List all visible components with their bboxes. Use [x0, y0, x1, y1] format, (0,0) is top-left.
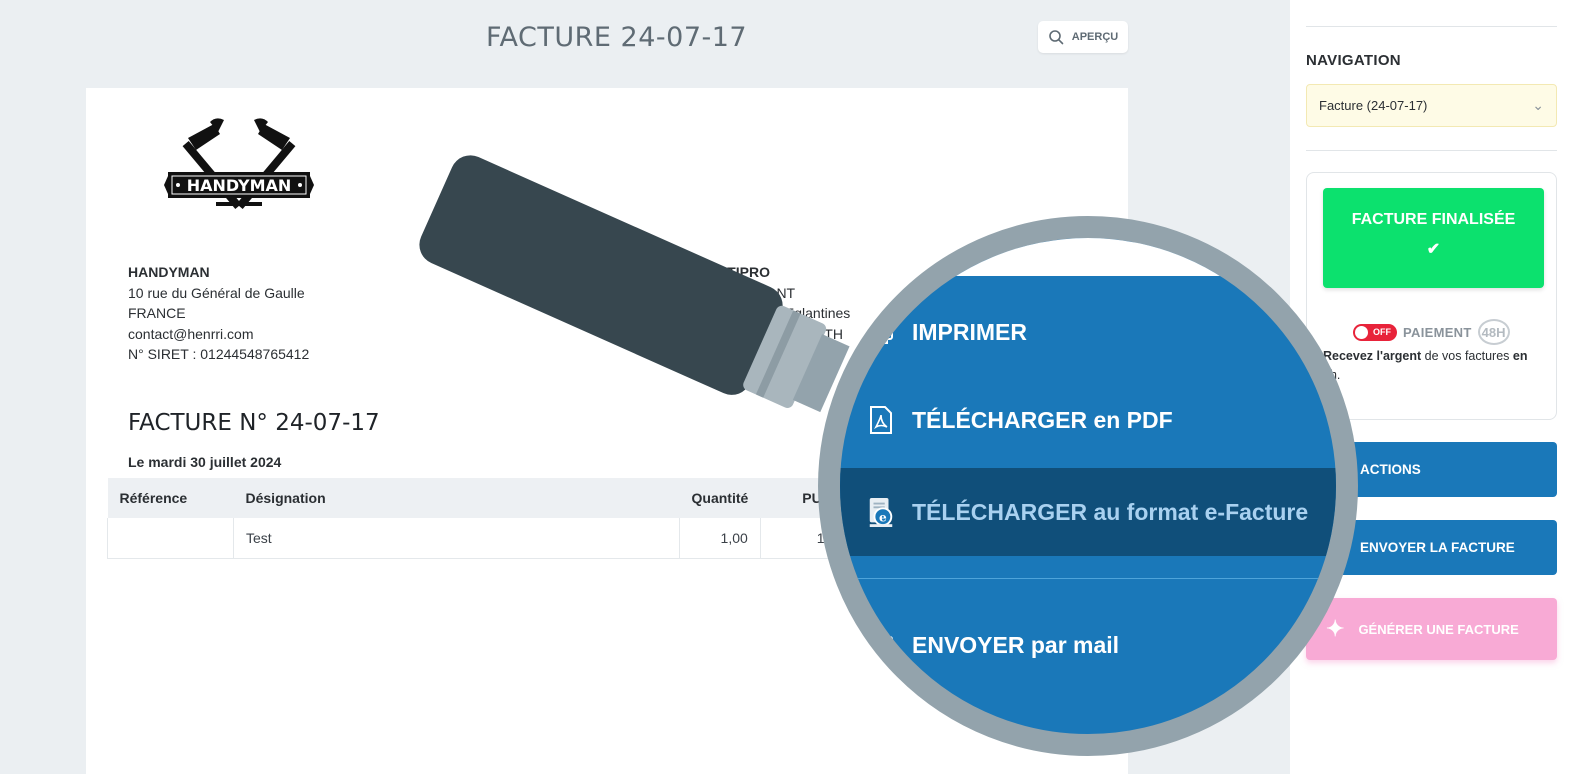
menu-item-download-efacture[interactable]: e TÉLÉCHARGER au format e-Facture: [840, 468, 1336, 556]
payment-desc-bold1: Recevez l'argent: [1323, 349, 1422, 363]
menu-item-download-efacture-label: TÉLÉCHARGER au format e-Facture: [912, 498, 1309, 525]
menu-item-download-pdf[interactable]: TÉLÉCHARGER en PDF: [840, 376, 1336, 464]
navigation-select-value: Facture (24-07-17): [1319, 98, 1428, 113]
magnifier-lens: IMPRIMER TÉLÉCHARGER en PDF e TÉLÉCHARGE…: [818, 216, 1358, 756]
client-city: ATH: [816, 325, 843, 342]
navigation-label: NAVIGATION: [1306, 52, 1401, 69]
page-header: FACTURE 24-07-17 APERÇU: [0, 0, 1290, 80]
stopwatch-icon: 48H: [1477, 319, 1510, 345]
cell-designation: Test: [233, 518, 680, 559]
efacture-icon: e: [866, 497, 896, 527]
menu-item-download-pdf-label: TÉLÉCHARGER en PDF: [912, 406, 1173, 433]
company-info: HANDYMAN 10 rue du Général de Gaulle FRA…: [128, 262, 309, 365]
generate-invoice-button[interactable]: ✦ GÉNÉRER UNE FACTURE: [1306, 598, 1557, 660]
menu-item-send-mail-label: ENVOYER par mail: [912, 631, 1120, 658]
menu-divider: [840, 578, 1336, 579]
menu-item-print[interactable]: IMPRIMER: [840, 288, 1336, 376]
send-invoice-label: ENVOYER LA FACTURE: [1360, 540, 1515, 555]
toggle-label: OFF: [1373, 326, 1391, 337]
invoice-finalized-button[interactable]: FACTURE FINALISÉE ✔: [1323, 188, 1544, 288]
mail-icon: [866, 630, 896, 660]
menu-item-print-label: IMPRIMER: [912, 318, 1027, 345]
menu-item-send-mail[interactable]: ENVOYER par mail: [840, 601, 1336, 689]
chevron-down-icon: ⌄: [1532, 97, 1544, 113]
payment-desc-bold2: en: [1512, 349, 1528, 363]
svg-text:e: e: [879, 510, 887, 524]
company-country: FRANCE: [128, 305, 186, 321]
cell-quantity: 1,00: [679, 518, 761, 559]
column-header-designation: Désignation: [233, 478, 680, 518]
company-siret: N° SIRET : 01244548765412: [128, 346, 310, 362]
invoice-finalized-label: FACTURE FINALISÉE: [1351, 211, 1516, 228]
payment-desc-mid: de vos factures: [1421, 349, 1513, 363]
divider: [1306, 26, 1557, 27]
column-header-reference: Référence: [107, 478, 234, 518]
payment-label: PAIEMENT: [1403, 324, 1472, 340]
zoomed-actions-menu: IMPRIMER TÉLÉCHARGER en PDF e TÉLÉCHARGE…: [840, 238, 1336, 734]
logo-text: HANDYMAN: [187, 176, 292, 195]
client-info: BATIPRO DUPONT s Eglantines ATH: [708, 262, 850, 344]
preview-label: APERÇU: [1071, 31, 1119, 43]
pdf-icon: [866, 405, 896, 435]
company-logo: HANDYMAN: [164, 116, 314, 221]
actions-label: ACTIONS: [1360, 462, 1421, 477]
payment-description: Recevez l'argent de vos factures en8h.: [1323, 347, 1547, 385]
payment-row: OFF PAIEMENT 48H: [1353, 319, 1510, 345]
invoice-date: Le mardi 30 juillet 2024: [128, 454, 282, 470]
check-icon: ✔: [1426, 241, 1441, 258]
client-street: s Eglantines: [774, 305, 851, 321]
payment-toggle[interactable]: OFF: [1353, 323, 1397, 341]
preview-button[interactable]: APERÇU: [1038, 21, 1128, 53]
status-card: FACTURE FINALISÉE ✔ OFF PAIEMENT 48H Rec…: [1306, 172, 1557, 420]
generate-invoice-label: GÉNÉRER UNE FACTURE: [1358, 621, 1519, 637]
column-header-quantity: Quantité: [679, 478, 761, 518]
company-email: contact@henrri.com: [128, 325, 254, 342]
cell-reference: [107, 518, 234, 559]
client-contact: DUPONT: [736, 284, 796, 301]
company-name: HANDYMAN: [128, 264, 210, 280]
invoice-number: FACTURE N° 24-07-17: [128, 410, 380, 436]
divider: [1306, 150, 1557, 151]
toggle-knob: [1355, 325, 1368, 339]
search-icon: [1048, 30, 1064, 45]
client-name: BATIPRO: [708, 264, 770, 280]
printer-icon: [866, 317, 896, 347]
page-title: FACTURE 24-07-17: [486, 22, 748, 53]
company-address: 10 rue du Général de Gaulle: [128, 284, 305, 301]
navigation-select[interactable]: Facture (24-07-17) ⌄: [1306, 84, 1557, 127]
